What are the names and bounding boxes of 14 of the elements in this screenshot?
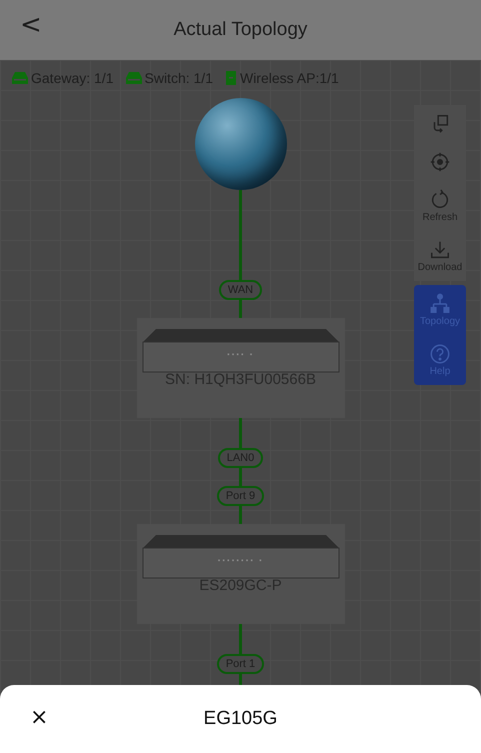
refresh-icon	[429, 189, 451, 211]
sheet-title: EG105G	[204, 708, 278, 730]
device-code: ········ ·	[217, 555, 264, 567]
close-button[interactable]: ×	[26, 705, 52, 730]
help-icon	[429, 343, 451, 365]
switch-icon	[126, 72, 142, 84]
download-icon	[429, 239, 451, 261]
page-title: Actual Topology	[174, 19, 308, 41]
device-code: ···· ·	[226, 349, 254, 361]
gateway-icon	[12, 72, 28, 84]
locate-icon	[429, 151, 451, 173]
topology-icon	[429, 293, 451, 315]
access-point-icon	[224, 71, 237, 85]
back-button[interactable]: <	[14, 10, 48, 40]
